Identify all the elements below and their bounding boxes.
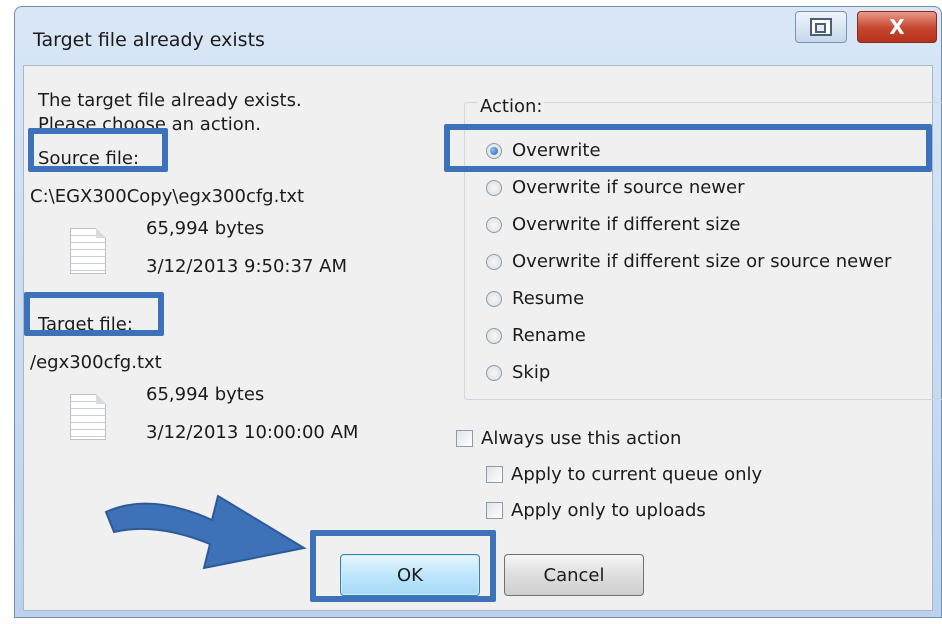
cancel-button[interactable]: Cancel — [504, 554, 644, 596]
restore-button[interactable] — [795, 11, 847, 43]
radio-button[interactable] — [486, 216, 502, 233]
checkbox[interactable] — [486, 502, 503, 519]
source-file-size: 65,994 bytes — [146, 218, 265, 239]
always-use-action-checkbox[interactable]: Always use this action — [456, 428, 681, 449]
radio-button[interactable] — [486, 253, 502, 270]
source-label-highlight — [28, 128, 168, 172]
target-file-path: /egx300cfg.txt — [30, 352, 162, 373]
radio-skip[interactable]: Skip — [486, 362, 550, 383]
current-queue-checkbox[interactable]: Apply to current queue only — [486, 464, 762, 485]
pointer-arrow-icon — [104, 494, 307, 570]
radio-overwrite-if-size-or-newer[interactable]: Overwrite if different size or source ne… — [486, 251, 891, 272]
title-bar[interactable]: Target file already exists X — [15, 7, 941, 65]
source-file-date: 3/12/2013 9:50:37 AM — [146, 256, 347, 277]
radio-rename[interactable]: Rename — [486, 325, 586, 346]
radio-label: Overwrite if different size or source ne… — [512, 251, 892, 272]
close-icon: X — [889, 15, 905, 39]
source-file-path: C:\EGX300Copy\egx300cfg.txt — [30, 186, 305, 207]
ok-button-highlight — [310, 530, 496, 602]
close-button[interactable]: X — [857, 11, 937, 43]
overwrite-highlight — [444, 124, 932, 172]
target-file-size: 65,994 bytes — [146, 384, 265, 405]
checkbox[interactable] — [486, 466, 503, 483]
radio-overwrite-if-different-size[interactable]: Overwrite if different size — [486, 214, 740, 235]
action-label: Action: — [478, 96, 545, 117]
source-file-icon — [70, 228, 106, 274]
checkbox-label: Always use this action — [481, 428, 682, 449]
message-line-1: The target file already exists. — [38, 90, 302, 111]
radio-button[interactable] — [486, 364, 502, 381]
radio-button[interactable] — [486, 179, 502, 196]
target-file-icon — [70, 394, 106, 440]
window-title: Target file already exists — [33, 29, 265, 51]
radio-label: Overwrite if different size — [512, 214, 741, 235]
radio-overwrite-if-newer[interactable]: Overwrite if source newer — [486, 177, 745, 198]
radio-label: Resume — [512, 288, 585, 309]
radio-resume[interactable]: Resume — [486, 288, 584, 309]
radio-label: Skip — [512, 362, 551, 383]
radio-button[interactable] — [486, 327, 502, 344]
uploads-only-checkbox[interactable]: Apply only to uploads — [486, 500, 706, 521]
radio-button[interactable] — [486, 290, 502, 307]
target-label-highlight — [24, 292, 164, 336]
radio-label: Overwrite if source newer — [512, 177, 745, 198]
target-file-date: 3/12/2013 10:00:00 AM — [146, 422, 359, 443]
restore-icon — [810, 18, 832, 36]
checkbox[interactable] — [456, 430, 473, 447]
radio-label: Rename — [512, 325, 586, 346]
checkbox-label: Apply only to uploads — [511, 500, 706, 521]
checkbox-label: Apply to current queue only — [511, 464, 763, 485]
